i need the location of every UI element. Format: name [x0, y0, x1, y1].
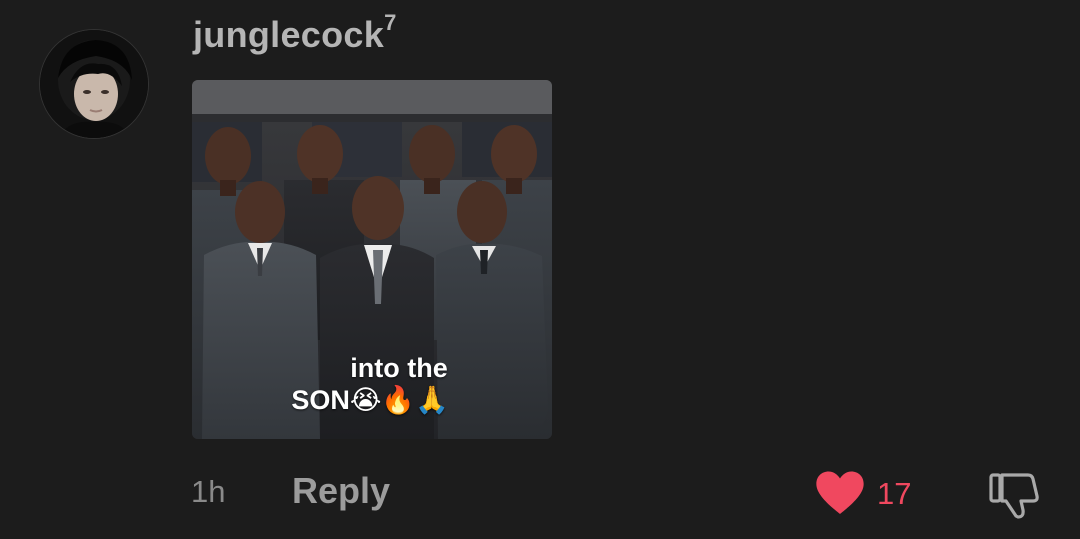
attachment-image[interactable]: into the SON😭🔥🙏: [192, 80, 552, 439]
username-badge: 7: [384, 10, 397, 35]
username-text: junglecock: [193, 14, 385, 55]
dislike-button[interactable]: [988, 470, 1040, 520]
like-count: 17: [877, 476, 912, 511]
thumbs-down-icon: [989, 473, 1039, 519]
caption-line-1: into the: [350, 353, 448, 383]
caption-line-2: SON😭🔥🙏: [291, 385, 449, 415]
like-button[interactable]: [814, 470, 866, 516]
avatar[interactable]: [40, 30, 148, 138]
attachment-caption: into the SON😭🔥🙏: [192, 352, 552, 416]
reply-button[interactable]: Reply: [292, 470, 390, 512]
username[interactable]: junglecock7: [193, 10, 397, 56]
comment-item: junglecock7 into the SON😭🔥🙏 1h Reply 17: [0, 0, 1080, 539]
comment-timestamp: 1h: [191, 474, 226, 509]
avatar-image: [40, 30, 148, 138]
heart-icon: [816, 471, 864, 514]
